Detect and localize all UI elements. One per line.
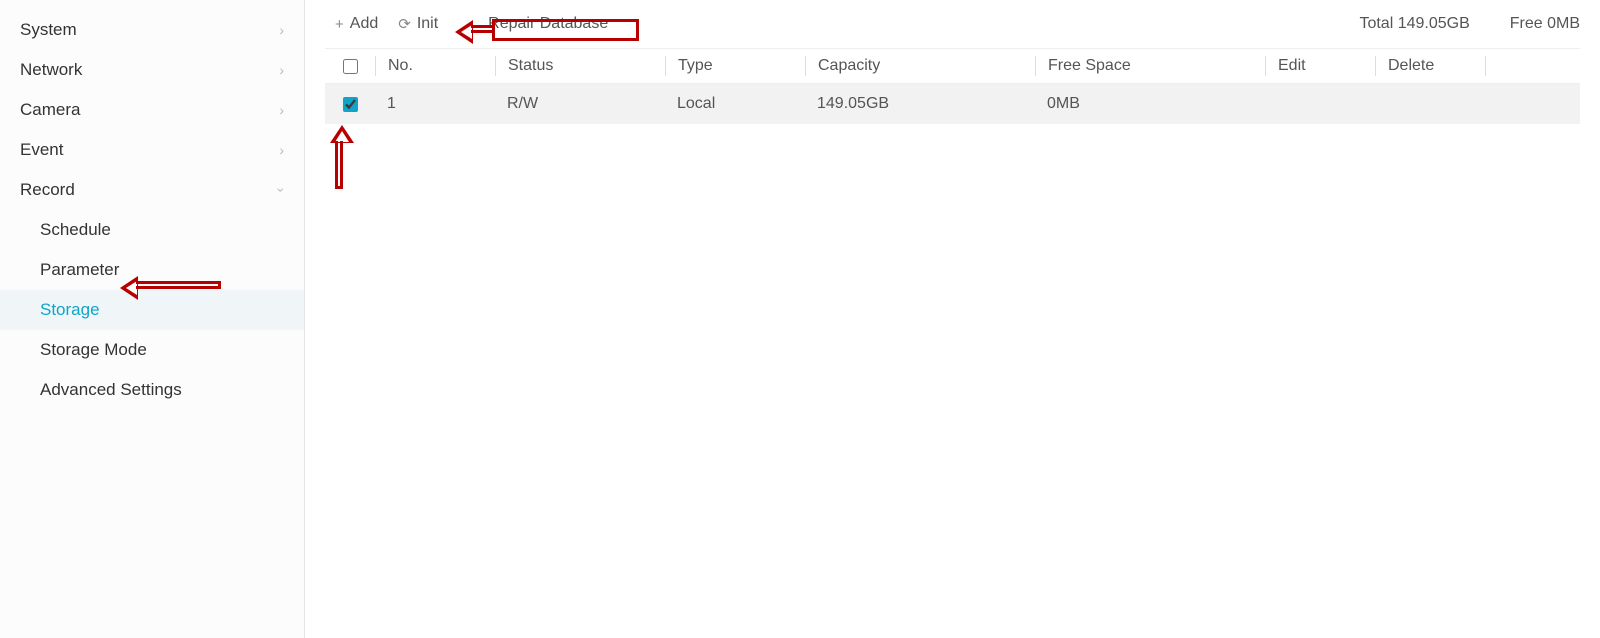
chevron-right-icon: › bbox=[279, 142, 284, 158]
sidebar-item-event[interactable]: Event › bbox=[0, 130, 304, 170]
sidebar-sub-label: Storage Mode bbox=[40, 340, 147, 359]
total-capacity-label: Total 149.05GB bbox=[1359, 15, 1469, 33]
sidebar-item-label: Network bbox=[20, 60, 82, 80]
button-label: Repair Database bbox=[488, 15, 608, 33]
row-checkbox[interactable] bbox=[343, 97, 358, 112]
col-header-edit: Edit bbox=[1265, 56, 1375, 76]
add-button[interactable]: + Add bbox=[325, 9, 388, 39]
sidebar-sub-label: Advanced Settings bbox=[40, 380, 182, 399]
sidebar-item-camera[interactable]: Camera › bbox=[0, 90, 304, 130]
sidebar-sub-label: Storage bbox=[40, 300, 100, 319]
init-button[interactable]: ⟳ Init bbox=[388, 9, 448, 39]
cell-no: 1 bbox=[375, 95, 495, 113]
col-header-end bbox=[1485, 56, 1498, 76]
select-all-cell bbox=[325, 59, 375, 74]
sidebar-sub-label: Parameter bbox=[40, 260, 119, 279]
row-select-cell bbox=[325, 97, 375, 112]
cell-free: 0MB bbox=[1035, 95, 1265, 113]
col-header-delete: Delete bbox=[1375, 56, 1485, 76]
plus-icon: + bbox=[335, 16, 344, 33]
sidebar: System › Network › Camera › Event › Reco… bbox=[0, 0, 305, 638]
chevron-right-icon: › bbox=[279, 102, 284, 118]
sidebar-item-record[interactable]: Record › bbox=[0, 170, 304, 210]
sidebar-item-label: Event bbox=[20, 140, 63, 160]
chevron-right-icon: › bbox=[279, 62, 284, 78]
button-label: Init bbox=[417, 15, 438, 33]
col-header-type: Type bbox=[665, 56, 805, 76]
chevron-right-icon: › bbox=[279, 22, 284, 38]
select-all-checkbox[interactable] bbox=[343, 59, 358, 74]
table-header: No. Status Type Capacity Free Space Edit… bbox=[325, 48, 1580, 84]
sidebar-item-network[interactable]: Network › bbox=[0, 50, 304, 90]
sidebar-item-label: Camera bbox=[20, 100, 80, 120]
col-header-no: No. bbox=[375, 56, 495, 76]
cell-capacity: 149.05GB bbox=[805, 95, 1035, 113]
sidebar-sub-storage-mode[interactable]: Storage Mode bbox=[0, 330, 304, 370]
toolbar: + Add ⟳ Init Repair Database Total 149.0… bbox=[325, 0, 1580, 48]
chevron-down-icon: › bbox=[274, 188, 290, 193]
col-header-free-space: Free Space bbox=[1035, 56, 1265, 76]
free-capacity-label: Free 0MB bbox=[1510, 15, 1580, 33]
sidebar-item-system[interactable]: System › bbox=[0, 10, 304, 50]
sidebar-sub-advanced-settings[interactable]: Advanced Settings bbox=[0, 370, 304, 410]
main-content: + Add ⟳ Init Repair Database Total 149.0… bbox=[305, 0, 1600, 638]
sidebar-sub-parameter[interactable]: Parameter bbox=[0, 250, 304, 290]
sidebar-item-label: System bbox=[20, 20, 77, 40]
sidebar-sub-schedule[interactable]: Schedule bbox=[0, 210, 304, 250]
cell-status: R/W bbox=[495, 95, 665, 113]
repair-database-button[interactable]: Repair Database bbox=[478, 9, 618, 39]
cell-type: Local bbox=[665, 95, 805, 113]
col-header-status: Status bbox=[495, 56, 665, 76]
sidebar-sub-storage[interactable]: Storage bbox=[0, 290, 304, 330]
col-header-capacity: Capacity bbox=[805, 56, 1035, 76]
sidebar-item-label: Record bbox=[20, 180, 75, 200]
refresh-icon: ⟳ bbox=[398, 15, 411, 33]
button-label: Add bbox=[350, 15, 378, 33]
table-row[interactable]: 1 R/W Local 149.05GB 0MB bbox=[325, 84, 1580, 124]
sidebar-sub-label: Schedule bbox=[40, 220, 111, 239]
